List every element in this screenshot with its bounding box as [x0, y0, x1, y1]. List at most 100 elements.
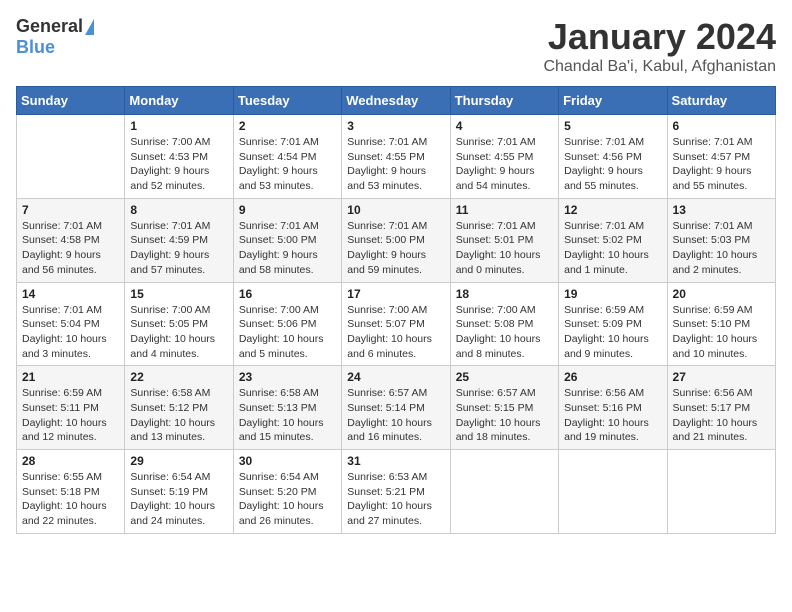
calendar-cell: 17Sunrise: 7:00 AMSunset: 5:07 PMDayligh… — [342, 282, 450, 366]
calendar-cell: 3Sunrise: 7:01 AMSunset: 4:55 PMDaylight… — [342, 115, 450, 199]
day-number: 20 — [673, 287, 770, 301]
day-detail: Sunrise: 6:59 AMSunset: 5:09 PMDaylight:… — [564, 303, 661, 362]
calendar-cell: 5 Sunrise: 7:01 AMSunset: 4:56 PMDaylight… — [559, 115, 667, 199]
calendar-cell: 11Sunrise: 7:01 AMSunset: 5:01 PMDayligh… — [450, 198, 558, 282]
calendar-cell: 16 Sunrise: 7:00 AMSunset: 5:06 PMDayligh… — [233, 282, 341, 366]
day-number: 5 — [564, 119, 661, 133]
calendar-cell: 9Sunrise: 7:01 AMSunset: 5:00 PMDaylight… — [233, 198, 341, 282]
day-number: 18 — [456, 287, 553, 301]
day-detail: Sunrise: 6:54 AMSunset: 5:19 PMDaylight:… — [130, 470, 227, 529]
calendar-cell: 10 Sunrise: 7:01 AMSunset: 5:00 PMDayligh… — [342, 198, 450, 282]
day-detail: Sunrise: 6:57 AMSunset: 5:15 PMDaylight:… — [456, 386, 553, 445]
day-number: 12 — [564, 203, 661, 217]
calendar-cell: 28 Sunrise: 6:55 AMSunset: 5:18 PMDayligh… — [17, 450, 125, 534]
day-number: 28 — [22, 454, 119, 468]
day-detail: Sunrise: 7:00 AMSunset: 5:08 PMDaylight:… — [456, 303, 553, 362]
calendar-cell: 24 Sunrise: 6:57 AMSunset: 5:14 PMDayligh… — [342, 366, 450, 450]
calendar-header: SundayMondayTuesdayWednesdayThursdayFrid… — [17, 87, 776, 115]
calendar-cell: 26 Sunrise: 6:56 AMSunset: 5:16 PMDayligh… — [559, 366, 667, 450]
day-of-week-sunday: Sunday — [17, 87, 125, 115]
calendar-cell: 6Sunrise: 7:01 AMSunset: 4:57 PMDaylight… — [667, 115, 775, 199]
day-number: 24 — [347, 370, 444, 384]
day-number: 14 — [22, 287, 119, 301]
day-of-week-saturday: Saturday — [667, 87, 775, 115]
logo-blue-text: Blue — [16, 37, 55, 57]
day-detail: Sunrise: 7:01 AMSunset: 5:03 PMDaylight:… — [673, 219, 770, 278]
calendar-cell: 13 Sunrise: 7:01 AMSunset: 5:03 PMDayligh… — [667, 198, 775, 282]
calendar-cell: 8Sunrise: 7:01 AMSunset: 4:59 PMDaylight… — [125, 198, 233, 282]
calendar-week-4: 21 Sunrise: 6:59 AMSunset: 5:11 PMDayligh… — [17, 366, 776, 450]
day-number: 25 — [456, 370, 553, 384]
page-header: General Blue January 2024 Chandal Ba'i, … — [16, 16, 776, 76]
day-number: 10 — [347, 203, 444, 217]
day-detail: Sunrise: 6:57 AMSunset: 5:14 PMDaylight:… — [347, 386, 444, 445]
day-detail: Sunrise: 6:58 AMSunset: 5:12 PMDaylight:… — [130, 386, 227, 445]
calendar-week-2: 7Sunrise: 7:01 AMSunset: 4:58 PMDaylight… — [17, 198, 776, 282]
logo: General Blue — [16, 16, 94, 58]
day-detail: Sunrise: 7:01 AMSunset: 4:58 PMDaylight:… — [22, 219, 119, 278]
calendar-cell: 15Sunrise: 7:00 AMSunset: 5:05 PMDayligh… — [125, 282, 233, 366]
title-block: January 2024 Chandal Ba'i, Kabul, Afghan… — [543, 16, 776, 76]
calendar-cell: 20 Sunrise: 6:59 AMSunset: 5:10 PMDayligh… — [667, 282, 775, 366]
day-detail: Sunrise: 6:54 AMSunset: 5:20 PMDaylight:… — [239, 470, 336, 529]
day-detail: Sunrise: 7:01 AMSunset: 5:00 PMDaylight:… — [347, 219, 444, 278]
calendar-cell — [17, 115, 125, 199]
calendar-cell: 7Sunrise: 7:01 AMSunset: 4:58 PMDaylight… — [17, 198, 125, 282]
day-detail: Sunrise: 6:59 AMSunset: 5:11 PMDaylight:… — [22, 386, 119, 445]
calendar-cell: 29 Sunrise: 6:54 AMSunset: 5:19 PMDayligh… — [125, 450, 233, 534]
day-number: 27 — [673, 370, 770, 384]
day-number: 11 — [456, 203, 553, 217]
calendar-week-3: 14Sunrise: 7:01 AMSunset: 5:04 PMDayligh… — [17, 282, 776, 366]
day-number: 22 — [130, 370, 227, 384]
calendar-body: 1 Sunrise: 7:00 AMSunset: 4:53 PMDaylight… — [17, 115, 776, 534]
day-of-week-wednesday: Wednesday — [342, 87, 450, 115]
day-number: 26 — [564, 370, 661, 384]
day-detail: Sunrise: 7:01 AMSunset: 4:56 PMDaylight:… — [564, 135, 661, 194]
day-number: 3 — [347, 119, 444, 133]
calendar-cell: 2 Sunrise: 7:01 AMSunset: 4:54 PMDaylight… — [233, 115, 341, 199]
day-of-week-tuesday: Tuesday — [233, 87, 341, 115]
days-of-week-row: SundayMondayTuesdayWednesdayThursdayFrid… — [17, 87, 776, 115]
day-number: 29 — [130, 454, 227, 468]
day-number: 30 — [239, 454, 336, 468]
calendar-cell: 27Sunrise: 6:56 AMSunset: 5:17 PMDayligh… — [667, 366, 775, 450]
logo-triangle-icon — [85, 19, 94, 35]
day-number: 16 — [239, 287, 336, 301]
day-of-week-monday: Monday — [125, 87, 233, 115]
day-of-week-thursday: Thursday — [450, 87, 558, 115]
day-number: 13 — [673, 203, 770, 217]
day-detail: Sunrise: 7:00 AMSunset: 5:05 PMDaylight:… — [130, 303, 227, 362]
calendar-cell: 31 Sunrise: 6:53 AMSunset: 5:21 PMDayligh… — [342, 450, 450, 534]
day-detail: Sunrise: 7:01 AMSunset: 4:59 PMDaylight:… — [130, 219, 227, 278]
day-number: 4 — [456, 119, 553, 133]
day-detail: Sunrise: 6:56 AMSunset: 5:16 PMDaylight:… — [564, 386, 661, 445]
day-number: 2 — [239, 119, 336, 133]
calendar-week-1: 1 Sunrise: 7:00 AMSunset: 4:53 PMDaylight… — [17, 115, 776, 199]
logo-general-text: General — [16, 16, 83, 37]
calendar-week-5: 28 Sunrise: 6:55 AMSunset: 5:18 PMDayligh… — [17, 450, 776, 534]
day-detail: Sunrise: 7:01 AMSunset: 5:00 PMDaylight:… — [239, 219, 336, 278]
calendar-cell: 18 Sunrise: 7:00 AMSunset: 5:08 PMDayligh… — [450, 282, 558, 366]
day-detail: Sunrise: 7:01 AMSunset: 5:02 PMDaylight:… — [564, 219, 661, 278]
page-title: January 2024 — [543, 16, 776, 58]
day-detail: Sunrise: 6:53 AMSunset: 5:21 PMDaylight:… — [347, 470, 444, 529]
day-number: 31 — [347, 454, 444, 468]
calendar-cell: 30 Sunrise: 6:54 AMSunset: 5:20 PMDayligh… — [233, 450, 341, 534]
day-detail: Sunrise: 7:00 AMSunset: 5:07 PMDaylight:… — [347, 303, 444, 362]
page-subtitle: Chandal Ba'i, Kabul, Afghanistan — [543, 58, 776, 76]
day-number: 1 — [130, 119, 227, 133]
day-detail: Sunrise: 7:00 AMSunset: 4:53 PMDaylight:… — [130, 135, 227, 194]
calendar-cell: 22 Sunrise: 6:58 AMSunset: 5:12 PMDayligh… — [125, 366, 233, 450]
day-detail: Sunrise: 6:59 AMSunset: 5:10 PMDaylight:… — [673, 303, 770, 362]
day-detail: Sunrise: 7:01 AMSunset: 4:54 PMDaylight:… — [239, 135, 336, 194]
day-detail: Sunrise: 6:55 AMSunset: 5:18 PMDaylight:… — [22, 470, 119, 529]
day-detail: Sunrise: 7:01 AMSunset: 4:57 PMDaylight:… — [673, 135, 770, 194]
day-number: 19 — [564, 287, 661, 301]
calendar-cell — [667, 450, 775, 534]
calendar-cell — [450, 450, 558, 534]
day-detail: Sunrise: 7:01 AMSunset: 4:55 PMDaylight:… — [456, 135, 553, 194]
day-number: 21 — [22, 370, 119, 384]
calendar-cell: 1 Sunrise: 7:00 AMSunset: 4:53 PMDaylight… — [125, 115, 233, 199]
day-detail: Sunrise: 7:00 AMSunset: 5:06 PMDaylight:… — [239, 303, 336, 362]
calendar-cell: 19 Sunrise: 6:59 AMSunset: 5:09 PMDayligh… — [559, 282, 667, 366]
